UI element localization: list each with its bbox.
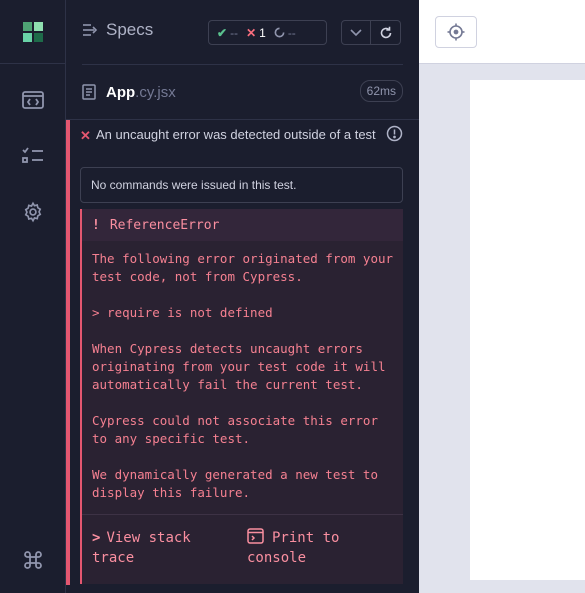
error-bang: ! xyxy=(92,217,100,233)
specs-toggle[interactable]: Specs xyxy=(82,20,153,40)
divider xyxy=(82,64,403,65)
command-key-icon xyxy=(24,551,42,569)
error-paragraph: > require is not defined xyxy=(92,305,273,320)
error-paragraph: When Cypress detects uncaught errors ori… xyxy=(92,341,386,392)
divider xyxy=(66,119,419,120)
side-nav xyxy=(0,0,66,593)
reporter-header: Specs ✔ -- ✕ 1 -- xyxy=(66,0,419,64)
error-message: The following error originated from your… xyxy=(92,250,397,520)
close-icon: ✕ xyxy=(246,25,257,40)
error-paragraph: The following error originated from your… xyxy=(92,251,394,284)
view-stack-trace-button[interactable]: > View stack trace xyxy=(92,528,232,568)
gear-icon xyxy=(24,201,42,223)
preview-toolbar xyxy=(419,0,585,64)
nav-runs[interactable] xyxy=(20,143,46,169)
app-iframe[interactable] xyxy=(470,80,585,580)
cypress-logo-icon xyxy=(23,21,43,42)
nav-settings[interactable] xyxy=(20,199,46,225)
browser-window-icon xyxy=(22,91,44,109)
nav-shortcuts[interactable] xyxy=(20,547,46,573)
logo[interactable] xyxy=(0,0,66,64)
error-name: ReferenceError xyxy=(109,217,220,233)
chevron-down-icon xyxy=(350,28,362,36)
error-panel: ! ReferenceError The following error ori… xyxy=(80,209,403,584)
spinner-icon xyxy=(274,27,285,38)
failed-indicator xyxy=(66,120,70,585)
collapse-sidebar-icon xyxy=(83,24,98,36)
refresh-icon xyxy=(380,26,391,38)
print-to-console-button[interactable]: Print to console xyxy=(247,528,377,568)
test-title[interactable]: An uncaught error was detected outside o… xyxy=(80,126,380,144)
test-info-button[interactable] xyxy=(386,125,403,147)
spec-row[interactable]: App.cy.jsx 62ms xyxy=(82,80,403,104)
stat-failed: ✕ 1 xyxy=(246,25,266,40)
crosshair-icon xyxy=(447,23,465,41)
error-paragraph: We dynamically generated a new test to d… xyxy=(92,467,378,500)
check-icon: ✔ xyxy=(217,25,228,40)
stat-passed: ✔ -- xyxy=(217,25,239,40)
error-actions: > View stack trace Print to console xyxy=(82,528,403,578)
no-commands-notice: No commands were issued in this test. xyxy=(80,167,403,203)
selector-playground-button[interactable] xyxy=(435,16,477,48)
terminal-icon xyxy=(247,528,264,544)
document-icon xyxy=(82,84,96,100)
spec-duration: 62ms xyxy=(359,80,403,102)
specs-title: Specs xyxy=(106,20,154,39)
rerun-button[interactable] xyxy=(371,20,401,45)
test-stats: ✔ -- ✕ 1 -- xyxy=(208,20,327,45)
view-stack-label: View stack trace xyxy=(92,530,191,566)
stat-pending: -- xyxy=(274,26,296,40)
nav-specs[interactable] xyxy=(20,87,46,113)
app-preview xyxy=(419,0,585,593)
error-paragraph: Cypress could not associate this error t… xyxy=(92,413,378,446)
info-circle-icon xyxy=(386,125,403,142)
chevron-right-icon: > xyxy=(92,530,101,546)
spec-filename: App.cy.jsx xyxy=(106,83,176,101)
error-header: ! ReferenceError xyxy=(82,209,403,241)
reporter-panel: Specs ✔ -- ✕ 1 -- App.cy.jsx 62ms ✕ An u… xyxy=(66,0,419,593)
list-checks-icon xyxy=(22,147,43,163)
expand-collapse-button[interactable] xyxy=(341,20,371,45)
divider xyxy=(82,514,403,515)
